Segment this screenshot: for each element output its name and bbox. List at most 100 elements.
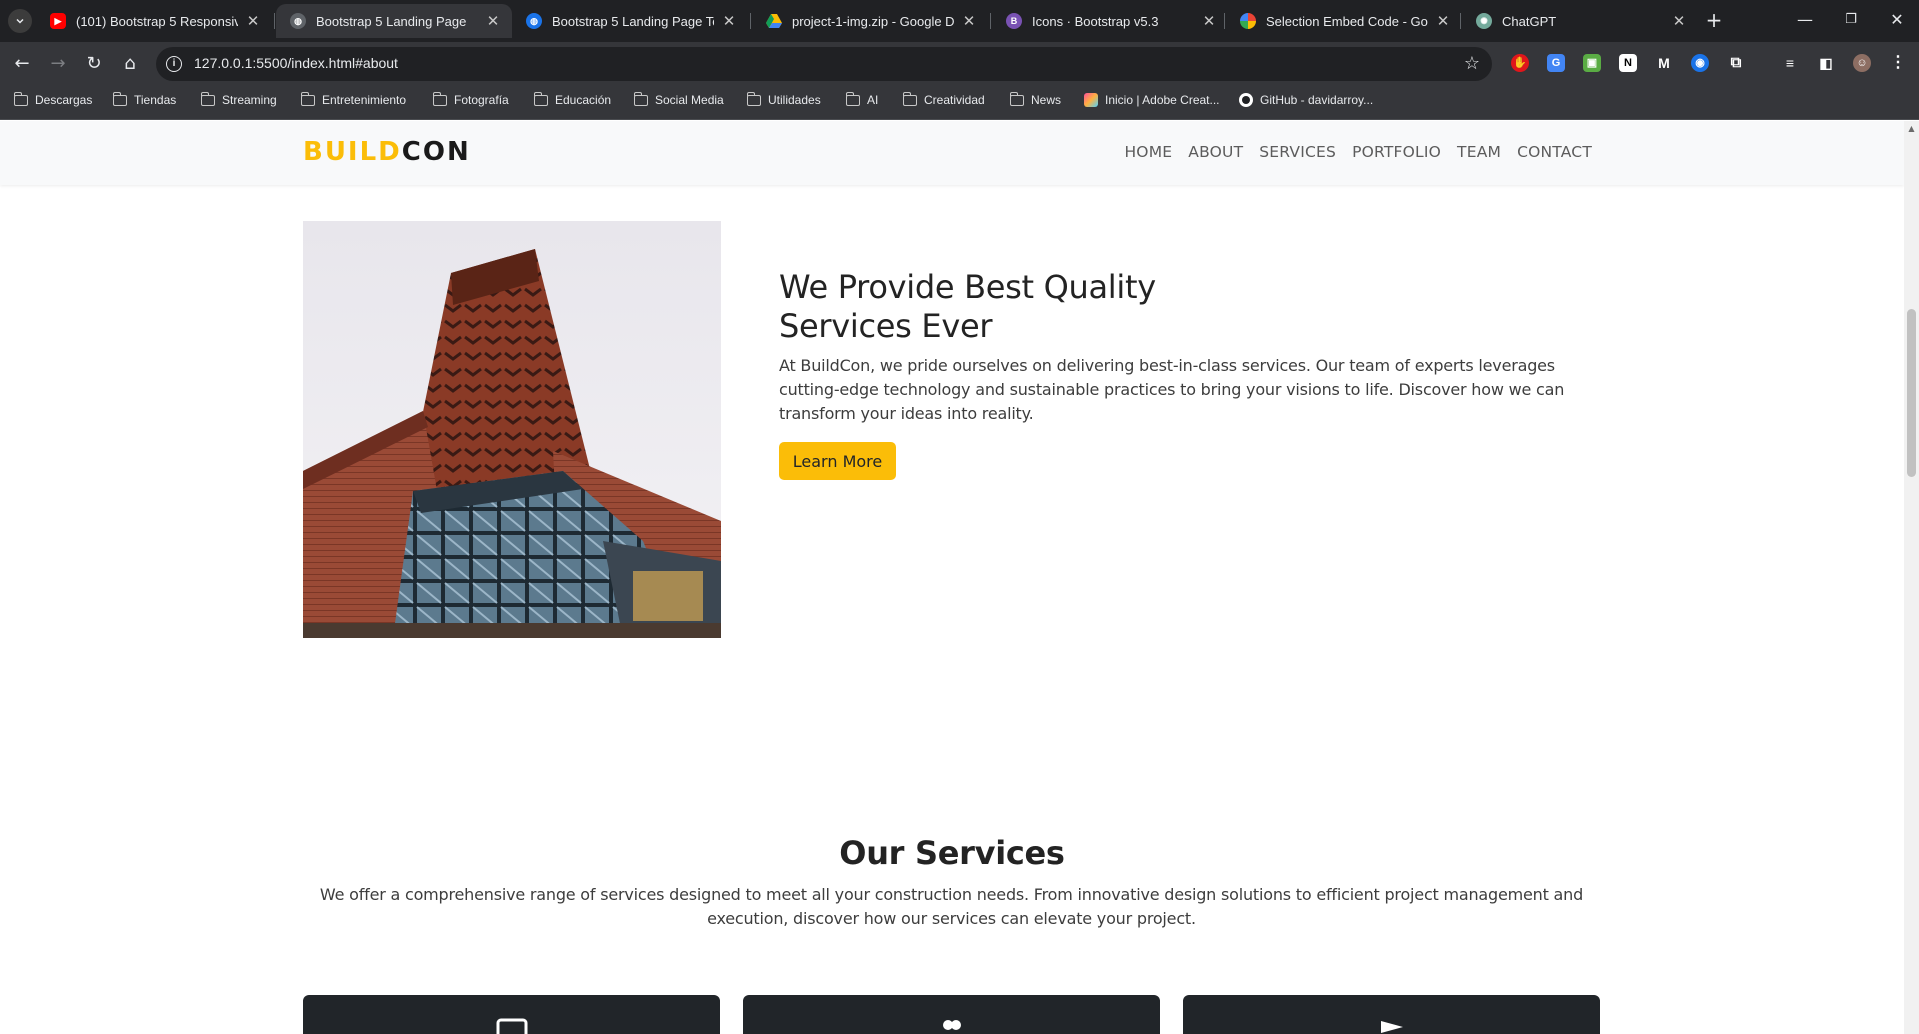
chatgpt-icon: ✺ — [1476, 13, 1492, 29]
bookmark-label: Inicio | Adobe Creat... — [1105, 93, 1220, 107]
bookmark-folder[interactable]: News — [1009, 91, 1062, 107]
nav-link-about[interactable]: ABOUT — [1188, 143, 1243, 161]
bookmark-star-icon[interactable]: ☆ — [1464, 53, 1480, 74]
tab-google-drive[interactable]: project-1-img.zip - Google Driv ✕ — [752, 4, 988, 38]
translate-extension-icon[interactable]: G — [1547, 54, 1565, 72]
nav-link-portfolio[interactable]: PORTFOLIO — [1352, 143, 1441, 161]
new-tab-button[interactable]: + — [1702, 9, 1726, 33]
nav-link-services[interactable]: SERVICES — [1259, 143, 1336, 161]
bookmark-folder[interactable]: Streaming — [200, 91, 277, 107]
close-icon[interactable]: ✕ — [244, 12, 262, 30]
tab-title: (101) Bootstrap 5 Responsive La — [76, 13, 238, 29]
site-navbar: BUILDCON HOME ABOUT SERVICES PORTFOLIO T… — [0, 121, 1904, 185]
close-icon[interactable]: ✕ — [960, 12, 978, 30]
close-icon[interactable]: ✕ — [1434, 12, 1452, 30]
globe-icon: ◍ — [290, 13, 306, 29]
tab-title: Selection Embed Code - Googl — [1266, 13, 1428, 29]
restore-button[interactable]: ❐ — [1836, 8, 1866, 32]
nav-link-home[interactable]: HOME — [1124, 143, 1172, 161]
close-window-button[interactable]: ✕ — [1882, 8, 1912, 32]
tab-title: project-1-img.zip - Google Driv — [792, 13, 954, 29]
tab-search-button[interactable] — [8, 9, 32, 33]
services-description: We offer a comprehensive range of servic… — [319, 885, 1584, 928]
nav-menu: HOME ABOUT SERVICES PORTFOLIO TEAM CONTA… — [1124, 143, 1592, 161]
bookmark-folder[interactable]: Fotografía — [432, 91, 509, 107]
address-bar[interactable]: i 127.0.0.1:5500/index.html#about ☆ — [156, 47, 1492, 81]
tab-landing-template[interactable]: ◍ Bootstrap 5 Landing Page Temp ✕ — [512, 4, 748, 38]
browser-toolbar: ← → ↻ ⌂ i 127.0.0.1:5500/index.html#abou… — [0, 42, 1919, 84]
url-text[interactable]: 127.0.0.1:5500/index.html#about — [194, 55, 398, 71]
service-card — [303, 995, 720, 1034]
tab-bootstrap-icons[interactable]: B Icons · Bootstrap v5.3 ✕ — [992, 4, 1228, 38]
about-building-image — [303, 221, 721, 638]
services-title: Our Services — [839, 834, 1065, 872]
scrollbar-thumb[interactable] — [1907, 309, 1916, 477]
folder-icon — [300, 91, 315, 106]
folder-icon — [432, 91, 447, 106]
folder-icon — [746, 91, 761, 106]
minimize-button[interactable]: — — [1790, 8, 1820, 32]
about-title: We Provide Best Quality Services Ever — [779, 268, 1259, 346]
folder-icon — [633, 91, 648, 106]
bookmark-label: Descargas — [35, 93, 93, 107]
adblock-extension-icon[interactable]: ✋ — [1511, 54, 1529, 72]
tab-separator — [1460, 13, 1461, 29]
site-info-icon[interactable]: i — [166, 56, 182, 72]
nav-link-team[interactable]: TEAM — [1457, 143, 1501, 161]
google-drive-icon — [766, 13, 782, 29]
bookmark-label: AI — [867, 93, 879, 107]
bookmark-folder[interactable]: Tiendas — [112, 91, 176, 107]
tab-youtube[interactable]: ▶ (101) Bootstrap 5 Responsive La ✕ — [36, 4, 272, 38]
bookmark-folder[interactable]: Descargas — [13, 91, 93, 107]
close-icon[interactable]: ✕ — [1670, 12, 1688, 30]
brand-logo[interactable]: BUILDCON — [303, 137, 471, 167]
learn-more-button[interactable]: Learn More — [779, 442, 896, 480]
profile-avatar[interactable]: ☺ — [1853, 54, 1871, 72]
forward-button[interactable]: → — [44, 50, 72, 78]
globe-icon: ◍ — [526, 13, 542, 29]
home-button[interactable]: ⌂ — [116, 50, 144, 78]
bookmark-label: News — [1031, 93, 1062, 107]
chevron-down-icon — [16, 18, 24, 24]
tab-chatgpt[interactable]: ✺ ChatGPT ✕ — [1462, 4, 1698, 38]
tab-title: Bootstrap 5 Landing Page — [316, 13, 467, 29]
tab-bar: ▶ (101) Bootstrap 5 Responsive La ✕ ◍ Bo… — [0, 0, 1919, 42]
puzzle-extensions-icon[interactable]: ⧉ — [1727, 54, 1745, 72]
nav-link-contact[interactable]: CONTACT — [1517, 143, 1592, 161]
tab-separator — [274, 13, 275, 29]
reload-button[interactable]: ↻ — [80, 50, 108, 78]
close-icon[interactable]: ✕ — [1200, 12, 1218, 30]
bookmark-folder[interactable]: Entretenimiento — [300, 91, 406, 107]
tab-separator — [990, 13, 991, 29]
page-scrollbar[interactable]: ▲ — [1904, 121, 1919, 1034]
laptop-icon — [494, 1017, 530, 1034]
adobe-icon — [1084, 93, 1098, 107]
back-button[interactable]: ← — [8, 50, 36, 78]
more-menu-icon[interactable]: ⋮ — [1889, 54, 1907, 72]
bookmark-folder[interactable]: Utilidades — [746, 91, 821, 107]
bookmark-folder[interactable]: Social Media — [633, 91, 724, 107]
momentum-extension-icon[interactable]: M — [1655, 54, 1673, 72]
tab-landing-page[interactable]: ◍ Bootstrap 5 Landing Page ✕ — [276, 4, 512, 38]
side-panel-icon[interactable]: ◧ — [1817, 54, 1835, 72]
about-title-line1: We Provide Best Quality — [779, 268, 1156, 306]
bookmark-site[interactable]: GitHub - davidarroy... — [1239, 93, 1373, 107]
close-icon[interactable]: ✕ — [720, 12, 738, 30]
tab-selection-embed[interactable]: Selection Embed Code - Googl ✕ — [1226, 4, 1462, 38]
lens-extension-icon[interactable]: ◉ — [1691, 54, 1709, 72]
bookmark-folder[interactable]: AI — [845, 91, 879, 107]
folder-icon — [13, 91, 28, 106]
bookmark-site[interactable]: Inicio | Adobe Creat... — [1084, 93, 1220, 107]
folder-icon — [1009, 91, 1024, 106]
bookmark-folder[interactable]: Educación — [533, 91, 611, 107]
bookmark-label: GitHub - davidarroy... — [1260, 93, 1374, 107]
scroll-up-arrow-icon[interactable]: ▲ — [1907, 124, 1916, 133]
grammar-extension-icon[interactable]: ▣ — [1583, 54, 1601, 72]
media-control-icon[interactable]: ≡ — [1781, 54, 1799, 72]
bookmark-folder[interactable]: Creatividad — [902, 91, 985, 107]
notion-extension-icon[interactable]: N — [1619, 54, 1637, 72]
folder-icon — [112, 91, 127, 106]
service-card — [743, 995, 1160, 1034]
close-icon[interactable]: ✕ — [484, 12, 502, 30]
bookmark-label: Utilidades — [768, 93, 821, 107]
